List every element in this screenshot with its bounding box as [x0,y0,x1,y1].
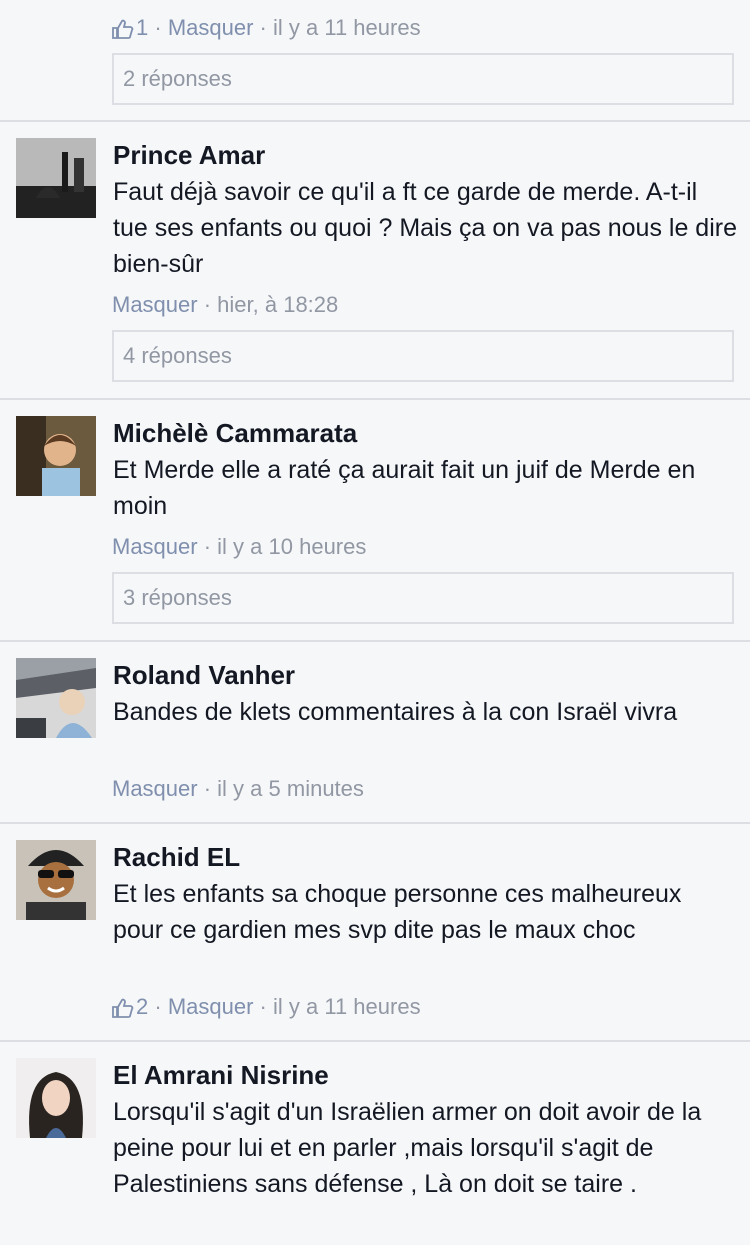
comment-feed: 1 · Masquer · il y a 11 heures 2 réponse… [0,0,750,1245]
like-count[interactable]: 2 [112,994,154,1019]
avatar-image [16,658,96,738]
hide-link[interactable]: Masquer [112,776,198,801]
avatar-image [16,416,96,496]
comment-meta: Masquer · il y a 10 heures [112,534,367,559]
avatar-image [16,138,96,218]
timestamp: il y a 10 heures [217,534,367,559]
thumbs-up-icon [112,998,134,1019]
avatar-image [16,1058,96,1138]
replies-button[interactable]: 4 réponses [112,330,734,382]
comment-item: Rachid EL Et les enfants sa choque perso… [0,824,750,1042]
comment-author[interactable]: Rachid EL [113,842,240,873]
hide-link[interactable]: Masquer [168,15,254,40]
comment-author[interactable]: Roland Vanher [113,660,295,691]
like-count[interactable]: 1 [112,15,154,40]
comment-text: Faut déjà savoir ce qu'il a ft ce garde … [113,178,737,278]
avatar-image [16,840,96,920]
comment-text: Et les enfants sa choque personne ces ma… [113,880,682,944]
timestamp: il y a 11 heures [273,15,421,40]
avatar[interactable] [16,1058,96,1138]
comment-item: Prince Amar Faut déjà savoir ce qu'il a … [0,122,750,400]
avatar[interactable] [16,416,96,496]
replies-button[interactable]: 3 réponses [112,572,734,624]
avatar[interactable] [16,658,96,738]
comment-item: Roland Vanher Bandes de klets commentair… [0,642,750,824]
comment-meta: Masquer · il y a 5 minutes [112,776,364,801]
timestamp: il y a 11 heures [273,994,421,1019]
comment-item: 1 · Masquer · il y a 11 heures 2 réponse… [0,0,750,122]
comment-author[interactable]: Michèlè Cammarata [113,418,357,449]
comment-text: Lorsqu'il s'agit d'un Israëlien armer on… [113,1098,702,1198]
timestamp: hier, à 18:28 [217,292,339,317]
comment-author[interactable]: Prince Amar [113,140,265,171]
hide-link[interactable]: Masquer [112,292,198,317]
timestamp: il y a 5 minutes [217,776,364,801]
avatar[interactable] [16,138,96,218]
comment-item: El Amrani Nisrine Lorsqu'il s'agit d'un … [0,1042,750,1245]
replies-button[interactable]: 2 réponses [112,53,734,105]
comment-meta: 2 · Masquer · il y a 11 heures [112,992,421,1022]
thumbs-up-icon [112,19,134,40]
comment-text: Bandes de klets commentaires à la con Is… [113,698,678,726]
hide-link[interactable]: Masquer [112,534,198,559]
comment-meta: Masquer · hier, à 18:28 [112,292,339,317]
comment-item: Michèlè Cammarata Et Merde elle a raté ç… [0,400,750,642]
comment-author[interactable]: El Amrani Nisrine [113,1060,329,1091]
comment-text: Et Merde elle a raté ça aurait fait un j… [113,456,696,520]
comment-meta: 1 · Masquer · il y a 11 heures [112,13,421,43]
avatar[interactable] [16,840,96,920]
hide-link[interactable]: Masquer [168,994,254,1019]
